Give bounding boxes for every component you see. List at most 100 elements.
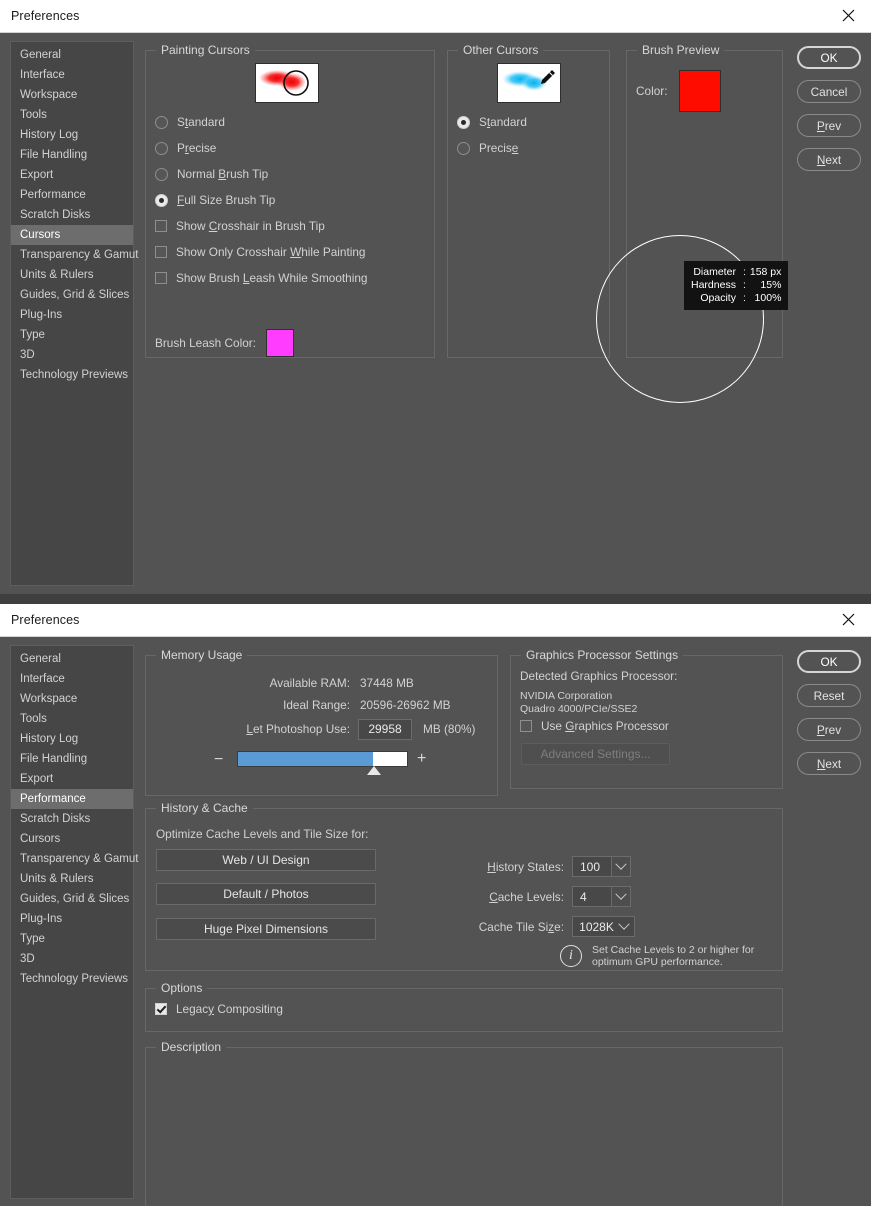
ok-button[interactable]: OK [797,46,861,69]
sidebar-item-tools[interactable]: Tools [11,709,133,729]
radio-full-size-brush-tip[interactable]: Full Size Brush Tip [155,193,368,207]
cache-tile-size-combo[interactable]: 1028K [572,916,635,937]
chevron-down-icon[interactable] [618,918,630,930]
radio-precise-other[interactable]: Precise [457,141,527,155]
sidebar-item-3d[interactable]: 3D [11,949,133,969]
sidebar-item-interface[interactable]: Interface [11,669,133,689]
tooltip-key-diameter: Diameter [693,266,736,278]
close-icon[interactable] [825,0,871,31]
reset-button[interactable]: Reset [797,684,861,707]
preset-web-ui-design-button[interactable]: Web / UI Design [156,849,376,871]
tooltip-row: Hardness : 15% [691,279,781,292]
checkbox-label-legacy-compositing: Legacy Compositing [176,1002,283,1016]
sidebar-item-history-log[interactable]: History Log [11,125,133,145]
sidebar-item-scratch-disks[interactable]: Scratch Disks [11,205,133,225]
radio-indicator [457,141,470,155]
close-icon[interactable] [825,604,871,635]
sidebar-item-plug-ins[interactable]: Plug-Ins [11,909,133,929]
checkbox-show-only-crosshair-while-painting[interactable]: Show Only Crosshair While Painting [155,245,368,259]
sidebar-item-transparency-gamut[interactable]: Transparency & Gamut [11,849,138,869]
let-photoshop-use-row: Let Photoshop Use: 29958 MB (80%) [146,716,497,742]
cache-hint: i Set Cache Levels to 2 or higher for op… [560,944,754,968]
sidebar-item-3d[interactable]: 3D [11,345,133,365]
preferences-performance-dialog: Preferences General Interface Workspace … [0,604,871,1206]
prev-button[interactable]: Prev [797,718,861,741]
sidebar-item-type[interactable]: Type [11,929,133,949]
brush-leash-color-swatch[interactable] [265,329,294,357]
checkbox-indicator-checked [155,1003,167,1015]
history-states-combo[interactable]: 100 [572,856,631,877]
checkbox-legacy-compositing[interactable]: Legacy Compositing [155,1002,283,1016]
sidebar-item-plug-ins[interactable]: Plug-Ins [11,305,133,325]
advanced-settings-button[interactable]: Advanced Settings... [521,743,670,765]
checkbox-show-brush-leash-while-smoothing[interactable]: Show Brush Leash While Smoothing [155,271,368,285]
sidebar-item-type[interactable]: Type [11,325,133,345]
sidebar-item-general[interactable]: General [11,649,133,669]
prev-button[interactable]: Prev [797,114,861,137]
preset-huge-pixel-dimensions-label: Huge Pixel Dimensions [203,922,329,936]
sidebar-item-cursors[interactable]: Cursors [11,225,133,245]
sidebar-item-technology-previews[interactable]: Technology Previews [11,365,133,385]
next-button[interactable]: Next [797,752,861,775]
brush-preview-color-swatch[interactable] [679,70,722,112]
description-legend: Description [156,1040,227,1054]
sidebar-item-units-rulers[interactable]: Units & Rulers [11,869,133,889]
options-group: Options Legacy Compositing [145,981,783,1032]
sidebar-item-transparency-gamut[interactable]: Transparency & Gamut [11,245,138,265]
sidebar-item-interface[interactable]: Interface [11,65,133,85]
memory-slider-track[interactable] [237,751,408,767]
preset-huge-pixel-dimensions-button[interactable]: Huge Pixel Dimensions [156,918,376,940]
sidebar-item-units-rulers[interactable]: Units & Rulers [11,265,133,285]
sidebar-item-export[interactable]: Export [11,769,133,789]
info-icon: i [560,945,582,967]
sidebar-item-history-log[interactable]: History Log [11,729,133,749]
memory-amount-value: 29958 [368,722,402,736]
sidebar-item-workspace[interactable]: Workspace [11,85,133,105]
checkbox-use-graphics-processor[interactable]: Use Graphics Processor [520,719,669,733]
sidebar-item-performance[interactable]: Performance [11,789,133,809]
optimize-cache-label: Optimize Cache Levels and Tile Size for: [156,827,369,841]
reset-button-label: Reset [813,688,845,703]
sidebar-item-file-handling[interactable]: File Handling [11,749,133,769]
memory-amount-input[interactable]: 29958 [358,718,412,740]
cursors-body: General Interface Workspace Tools Histor… [0,33,871,594]
sidebar-item-scratch-disks[interactable]: Scratch Disks [11,809,133,829]
radio-label-normal-brush-tip: Normal Brush Tip [177,167,269,181]
sidebar-item-guides-grid-slices[interactable]: Guides, Grid & Slices [11,889,133,909]
checkbox-show-crosshair-in-brush-tip[interactable]: Show Crosshair in Brush Tip [155,219,368,233]
radio-precise-painting[interactable]: Precise [155,141,368,155]
sidebar-item-export[interactable]: Export [11,165,133,185]
cancel-button[interactable]: Cancel [797,80,861,103]
sidebar-cursors[interactable]: General Interface Workspace Tools Histor… [10,41,138,586]
memory-slider-thumb[interactable] [366,766,381,775]
chevron-down-icon[interactable] [612,856,631,877]
advanced-settings-label: Advanced Settings... [540,747,651,761]
history-states-value: 100 [572,856,612,877]
memory-increase-button[interactable]: + [417,751,426,767]
sidebar-item-general[interactable]: General [11,45,133,65]
next-button[interactable]: Next [797,148,861,171]
ok-button[interactable]: OK [797,650,861,673]
sidebar-item-guides-grid-slices[interactable]: Guides, Grid & Slices [11,285,133,305]
ideal-range-row: Ideal Range: 20596-26962 MB [146,694,497,716]
radio-normal-brush-tip[interactable]: Normal Brush Tip [155,167,368,181]
other-cursors-legend: Other Cursors [458,43,544,57]
chevron-down-icon[interactable] [612,886,631,907]
preset-default-photos-button[interactable]: Default / Photos [156,883,376,905]
available-ram-value: 37448 MB [360,676,414,690]
memory-usage-legend: Memory Usage [156,648,248,662]
sidebar-item-workspace[interactable]: Workspace [11,689,133,709]
sidebar-item-performance[interactable]: Performance [11,185,133,205]
sidebar-item-file-handling[interactable]: File Handling [11,145,133,165]
sidebar-performance[interactable]: General Interface Workspace Tools Histor… [10,645,138,1199]
radio-standard-painting[interactable]: Standard [155,115,368,129]
memory-decrease-button[interactable]: − [214,752,223,768]
radio-standard-other[interactable]: Standard [457,115,527,129]
sidebar-item-tools[interactable]: Tools [11,105,133,125]
sidebar-item-cursors[interactable]: Cursors [11,829,133,849]
cache-hint-line2: optimum GPU performance. [592,956,723,968]
painting-cursor-preview [255,63,319,103]
cache-levels-combo[interactable]: 4 [572,886,631,907]
tooltip-sep: : [742,266,746,278]
sidebar-item-technology-previews[interactable]: Technology Previews [11,969,133,989]
